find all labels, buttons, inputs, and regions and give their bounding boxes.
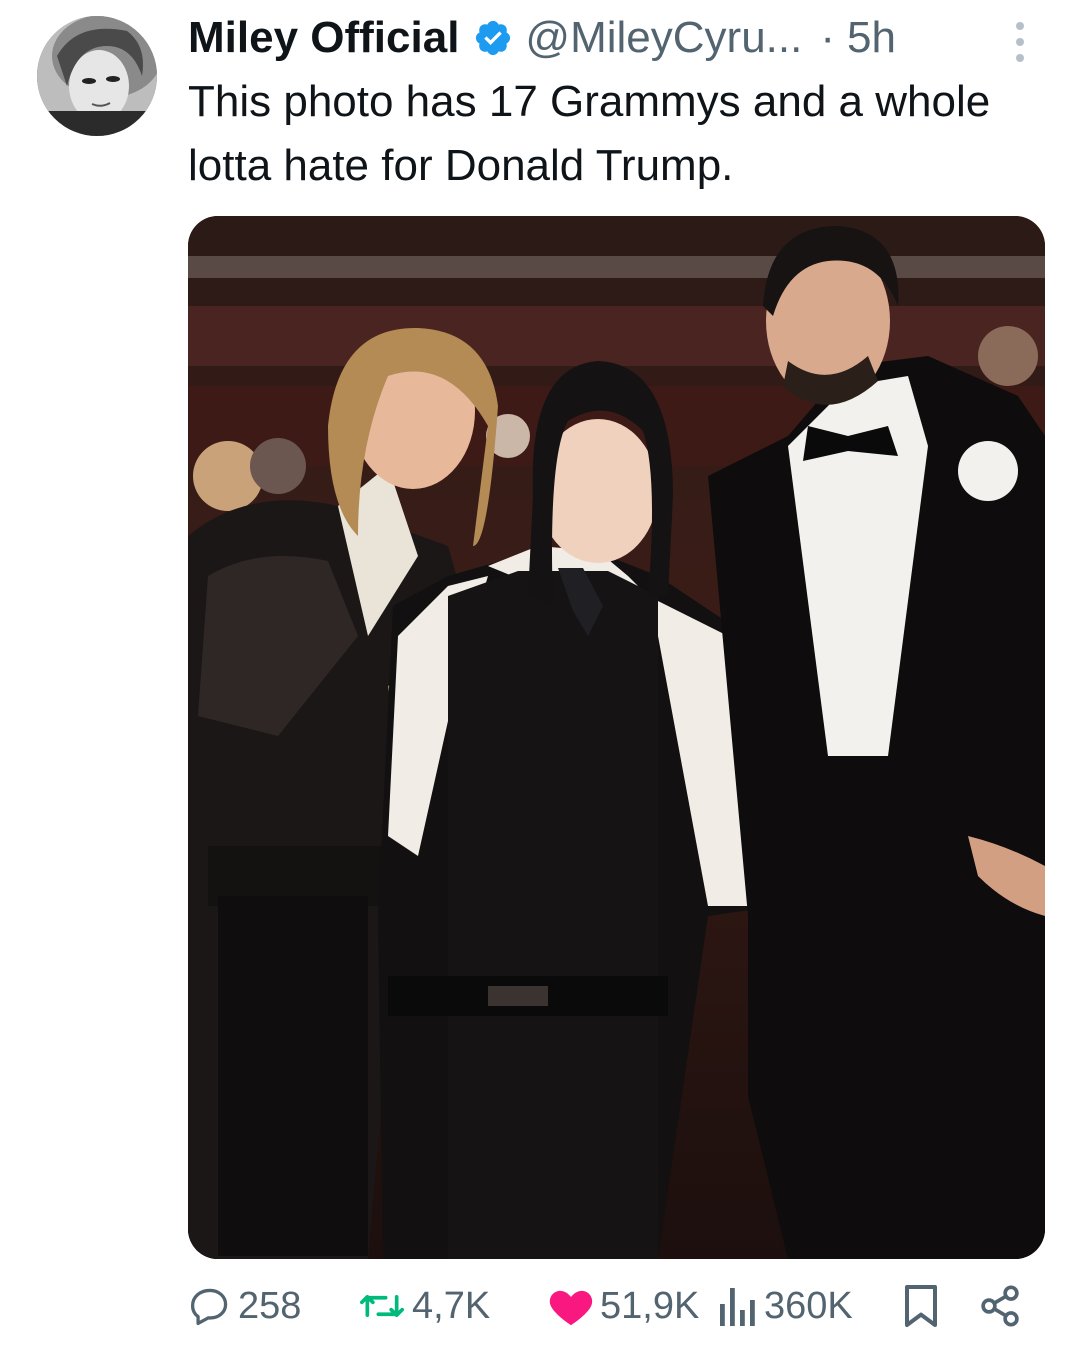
tweet-text: This photo has 17 Grammys and a whole lo… (188, 77, 991, 190)
reply-count: 258 (238, 1284, 302, 1327)
handle[interactable]: @MileyCyru... (525, 13, 802, 63)
tweet-photo[interactable] (188, 216, 1045, 1259)
like-button[interactable]: 51,9K (548, 1280, 699, 1332)
bookmark-icon (905, 1285, 937, 1327)
share-button[interactable] (978, 1280, 1022, 1332)
views-bar-chart-icon (720, 1288, 755, 1326)
heart-icon (549, 1290, 593, 1326)
view-count: 360K (764, 1284, 853, 1327)
retweet-count: 4,7K (412, 1284, 491, 1327)
timestamp[interactable]: 5h (847, 13, 896, 63)
views-button[interactable]: 360K (718, 1280, 853, 1332)
more-vertical-icon[interactable] (1010, 20, 1030, 64)
reply-icon (190, 1288, 228, 1326)
tweet-card[interactable]: Miley Official @MileyCyru... · 5h This p… (0, 0, 1080, 1370)
tweet-header: Miley Official @MileyCyru... · 5h (188, 8, 896, 68)
separator-dot: · (820, 13, 835, 62)
avatar[interactable] (37, 16, 157, 136)
display-name[interactable]: Miley Official (188, 13, 459, 63)
reply-button[interactable]: 258 (188, 1280, 301, 1332)
retweet-icon (360, 1295, 404, 1317)
action-bar: 258 4,7K 51,9K 360K (188, 1280, 1048, 1332)
verified-badge-icon (476, 20, 511, 56)
like-count: 51,9K (600, 1284, 700, 1327)
share-icon (981, 1285, 1019, 1327)
bookmark-button[interactable] (903, 1280, 939, 1332)
retweet-button[interactable]: 4,7K (358, 1280, 490, 1332)
